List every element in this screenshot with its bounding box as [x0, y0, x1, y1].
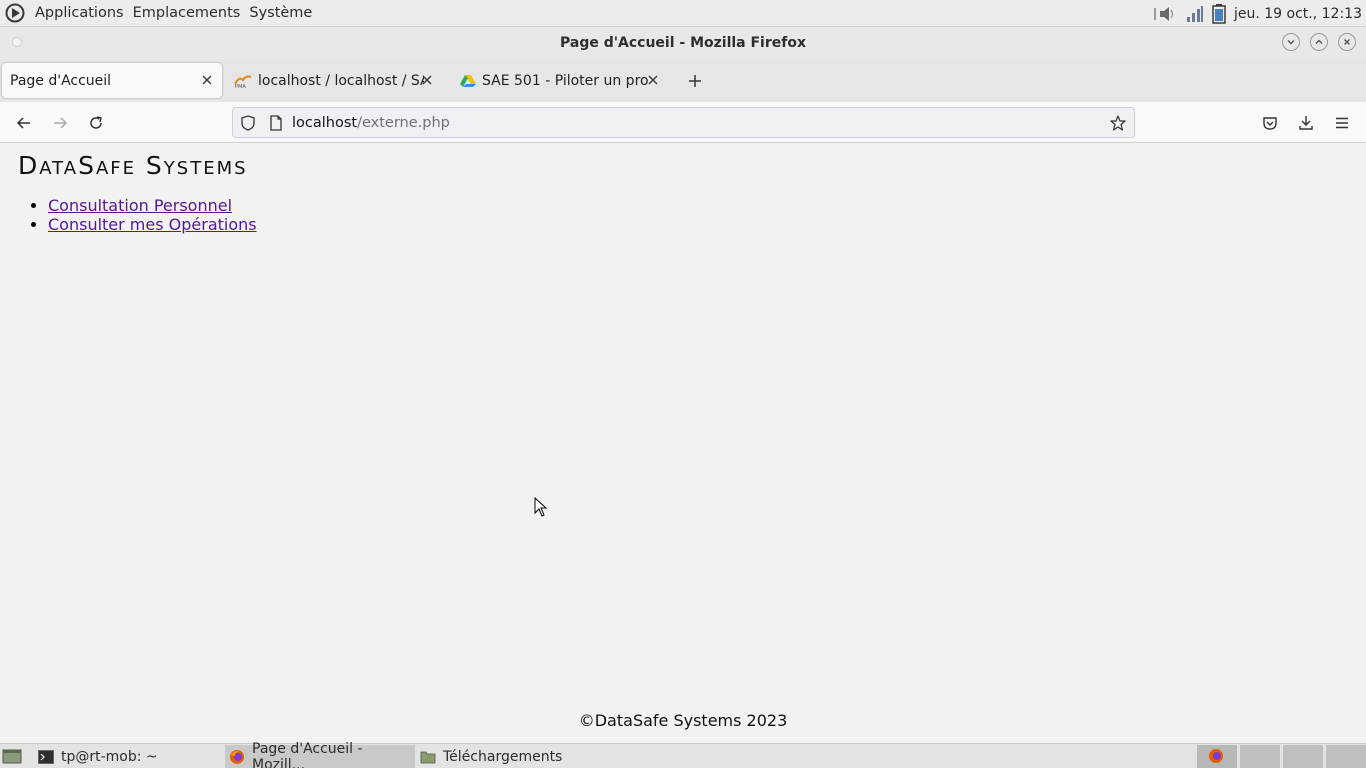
workspace-3[interactable]: [1282, 745, 1323, 768]
url-bar[interactable]: localhost/externe.php: [232, 107, 1135, 138]
system-tray: jeu. 19 oct., 12:13: [1154, 0, 1366, 27]
bottom-taskbar: tp@rt-mob: ~ Page d'Accueil - Mozill... …: [0, 741, 1366, 768]
new-tab-button[interactable]: [684, 70, 706, 92]
show-desktop-icon[interactable]: [2, 747, 22, 768]
menu-systeme[interactable]: Système: [249, 5, 312, 21]
close-window-button[interactable]: [1338, 33, 1356, 51]
back-button[interactable]: [12, 111, 36, 135]
tab-phpmyadmin[interactable]: PMA localhost / localhost / SAE: [226, 63, 442, 98]
workspace-2[interactable]: [1239, 745, 1280, 768]
taskbar-item-label: Téléchargements: [443, 748, 563, 765]
window-menu-dot-icon[interactable]: [12, 37, 22, 47]
url-host: localhost: [292, 114, 358, 131]
volume-icon[interactable]: [1154, 5, 1178, 23]
tab-google-drive[interactable]: SAE 501 - Piloter un projet: [452, 63, 668, 98]
tab-strip: Page d'Accueil PMA localhost / localhost…: [0, 59, 1366, 102]
page-footer: ©DataSafe Systems 2023: [578, 711, 788, 730]
tab-close-icon[interactable]: [418, 71, 436, 89]
google-drive-icon: [460, 74, 476, 88]
downloads-icon[interactable]: [1294, 111, 1318, 135]
taskbar-item-terminal[interactable]: tp@rt-mob: ~: [34, 745, 222, 768]
page-info-icon[interactable]: [266, 113, 286, 133]
hamburger-menu-icon[interactable]: [1330, 111, 1354, 135]
reload-button[interactable]: [84, 111, 108, 135]
svg-text:PMA: PMA: [235, 84, 246, 88]
tab-label: localhost / localhost / SAE: [258, 72, 424, 89]
window-title: Page d'Accueil - Mozilla Firefox: [560, 35, 806, 51]
tab-close-icon[interactable]: [644, 71, 662, 89]
firefox-icon: [1208, 748, 1224, 768]
firefox-icon: [229, 749, 245, 765]
taskbar-item-telechargements[interactable]: Téléchargements: [416, 745, 606, 768]
link-list: Consultation Personnel Consulter mes Opé…: [48, 196, 257, 234]
list-item: Consulter mes Opérations: [48, 215, 257, 234]
mouse-cursor-icon: [534, 496, 548, 521]
bookmark-star-icon[interactable]: [1108, 113, 1128, 133]
phpmyadmin-icon: PMA: [234, 74, 252, 88]
terminal-icon: [38, 749, 54, 764]
tab-close-icon[interactable]: [198, 71, 216, 89]
taskbar-item-label: tp@rt-mob: ~: [61, 748, 158, 765]
tab-page-accueil[interactable]: Page d'Accueil: [2, 63, 222, 98]
pocket-icon[interactable]: [1258, 111, 1282, 135]
link-consultation-personnel[interactable]: Consultation Personnel: [48, 196, 232, 215]
minimize-button[interactable]: [1282, 33, 1300, 51]
taskbar-item-label: Page d'Accueil - Mozill...: [252, 740, 363, 768]
tracking-protection-shield-icon[interactable]: [238, 113, 258, 133]
maximize-button[interactable]: [1310, 33, 1328, 51]
url-path: /externe.php: [357, 114, 450, 131]
top-panel: Applications Emplacements Système jeu. 1…: [0, 0, 1366, 27]
window-titlebar[interactable]: Page d'Accueil - Mozilla Firefox: [0, 27, 1366, 59]
tab-label: Page d'Accueil: [10, 72, 112, 89]
page-heading: DataSafe Systems: [18, 151, 248, 180]
forward-button[interactable]: [48, 111, 72, 135]
network-signal-icon[interactable]: [1186, 5, 1204, 23]
page-content: DataSafe Systems Consultation Personnel …: [0, 143, 1366, 743]
tab-label: SAE 501 - Piloter un projet: [482, 72, 648, 89]
menu-applications[interactable]: Applications: [35, 5, 124, 21]
list-item: Consultation Personnel: [48, 196, 257, 215]
workspace-1[interactable]: [1196, 745, 1237, 768]
battery-icon[interactable]: [1212, 3, 1226, 24]
folder-icon: [420, 750, 436, 764]
distro-logo-icon[interactable]: [4, 2, 26, 24]
taskbar-item-firefox[interactable]: Page d'Accueil - Mozill...: [225, 741, 415, 768]
menu-emplacements[interactable]: Emplacements: [133, 5, 241, 21]
clock[interactable]: jeu. 19 oct., 12:13: [1234, 6, 1362, 22]
workspace-4[interactable]: [1325, 745, 1366, 768]
navigation-toolbar: localhost/externe.php: [0, 102, 1366, 143]
link-consulter-operations[interactable]: Consulter mes Opérations: [48, 215, 257, 234]
